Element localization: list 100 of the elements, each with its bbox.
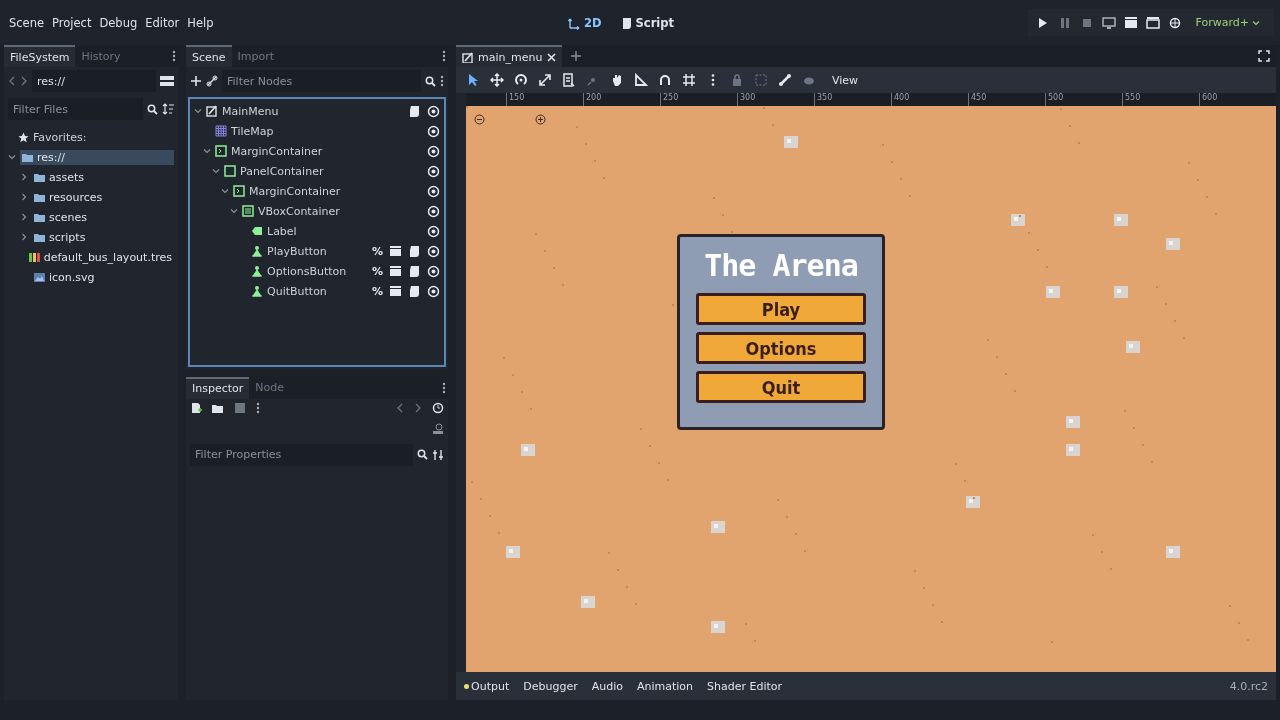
panel-tab[interactable]: FileSystem [4, 45, 76, 67]
eye-icon[interactable] [427, 244, 440, 258]
bone-icon[interactable] [778, 73, 792, 87]
bottom-tab[interactable]: Animation [636, 679, 694, 693]
rotate-icon[interactable] [514, 73, 528, 87]
more-icon[interactable] [172, 50, 176, 62]
more-icon[interactable] [442, 381, 446, 394]
caret-icon[interactable] [20, 193, 28, 201]
eye-icon[interactable] [427, 204, 440, 218]
bottom-tab[interactable]: Debugger [523, 679, 578, 693]
eye-icon[interactable] [427, 224, 440, 238]
caret-icon[interactable] [20, 233, 28, 241]
caret-icon[interactable] [8, 153, 16, 161]
bottom-tab[interactable]: Audio [591, 679, 623, 693]
clapperboard-icon[interactable] [389, 284, 402, 298]
eye-icon[interactable] [427, 284, 440, 298]
menu-item[interactable]: Help [184, 11, 217, 34]
scroll-icon[interactable] [408, 104, 421, 118]
forward-icon[interactable] [414, 402, 422, 413]
scroll-icon[interactable] [408, 264, 421, 278]
clapperboard-icon[interactable] [1145, 15, 1160, 30]
panel-tab[interactable]: Import [231, 45, 281, 67]
caret-icon[interactable] [20, 173, 28, 181]
caret-icon[interactable] [194, 107, 202, 115]
node-name[interactable]: OptionsButton [267, 264, 347, 278]
eye-icon[interactable] [427, 144, 440, 158]
menu-item[interactable]: Project [49, 11, 95, 34]
editor-tab[interactable]: main_menu [456, 45, 563, 67]
view-menu[interactable]: View [826, 72, 865, 88]
filter-settings-icon[interactable] [432, 448, 444, 461]
zoom-in-icon[interactable] [535, 114, 546, 125]
path-field[interactable]: res:// [32, 70, 156, 92]
grid-icon[interactable] [682, 73, 696, 87]
eye-icon[interactable] [427, 164, 440, 178]
eye-icon[interactable] [427, 124, 440, 138]
bottom-tab[interactable]: Shader Editor [707, 679, 783, 693]
save-icon[interactable] [234, 401, 246, 414]
file-item[interactable]: resources [32, 189, 174, 205]
fullscreen-icon[interactable] [1258, 50, 1270, 62]
caret-icon[interactable] [221, 187, 229, 195]
node-name[interactable]: VBoxContainer [258, 204, 340, 218]
menu-button[interactable]: Play [696, 293, 866, 325]
ruler-icon[interactable] [634, 73, 648, 87]
file-item[interactable]: scripts [32, 229, 174, 245]
eye-icon[interactable] [427, 184, 440, 198]
menu-item[interactable]: Editor [142, 11, 183, 34]
node-name[interactable]: PlayButton [267, 244, 327, 258]
filter-files-field[interactable]: Filter Files [8, 98, 143, 120]
caret-icon[interactable] [203, 147, 211, 155]
back-icon[interactable] [396, 402, 404, 413]
scroll-icon[interactable] [408, 284, 421, 298]
menu-item[interactable]: Scene [6, 11, 48, 34]
list-view-icon[interactable] [160, 75, 174, 87]
more-icon[interactable] [256, 401, 260, 414]
pointer-icon[interactable] [466, 73, 480, 87]
caret-icon[interactable] [212, 167, 220, 175]
forward-icon[interactable] [20, 76, 28, 86]
workspace-tab[interactable]: 2D [566, 13, 604, 32]
link-icon[interactable] [206, 75, 218, 87]
workspace-tab[interactable]: Script [617, 13, 676, 32]
clapperboard-icon[interactable] [389, 264, 402, 278]
panel-tab[interactable]: Inspector [186, 376, 250, 399]
file-item[interactable]: res:// [20, 149, 174, 165]
panel-tab[interactable]: Scene [186, 45, 232, 67]
monitor-icon[interactable] [1101, 15, 1116, 30]
file-item[interactable]: scenes [32, 209, 174, 225]
node-name[interactable]: QuitButton [267, 284, 327, 298]
menu-button[interactable]: Quit [696, 371, 866, 403]
node-name[interactable]: MainMenu [222, 104, 279, 118]
back-icon[interactable] [8, 76, 16, 86]
clapperboard-icon[interactable] [389, 244, 402, 258]
file-item[interactable]: default_bus_layout.tres [26, 249, 174, 265]
scale-icon[interactable] [538, 73, 552, 87]
node-name[interactable]: MarginContainer [249, 184, 341, 198]
more-icon[interactable] [442, 50, 446, 62]
history-icon[interactable] [432, 401, 444, 414]
eye-icon[interactable] [427, 264, 440, 278]
caret-icon[interactable] [20, 213, 28, 221]
lock-icon[interactable] [730, 73, 744, 87]
magnet-icon[interactable] [658, 73, 672, 87]
file-item[interactable]: assets [32, 169, 174, 185]
panel-tab[interactable]: History [75, 45, 127, 67]
hand-icon[interactable] [610, 73, 624, 87]
node-name[interactable]: PanelContainer [240, 164, 324, 178]
node-name[interactable]: MarginContainer [231, 144, 323, 158]
menu-item[interactable]: Debug [96, 11, 141, 34]
move-icon[interactable] [490, 73, 504, 87]
filter-nodes-field[interactable]: Filter Nodes [222, 70, 421, 92]
panel-tab[interactable]: Node [249, 376, 291, 399]
node-name[interactable]: TileMap [231, 124, 274, 138]
file-item[interactable]: icon.svg [32, 269, 174, 285]
doc-search-icon[interactable] [432, 422, 444, 435]
filter-properties-field[interactable]: Filter Properties [190, 443, 413, 466]
caret-icon[interactable] [230, 207, 238, 215]
plus-icon[interactable] [570, 50, 583, 62]
renderer-dropdown[interactable]: Forward+ [1189, 15, 1266, 30]
list-icon[interactable] [562, 73, 576, 87]
clapperboard-icon[interactable] [1123, 15, 1138, 30]
scroll-icon[interactable] [408, 244, 421, 258]
new-file-icon[interactable] [190, 401, 202, 414]
